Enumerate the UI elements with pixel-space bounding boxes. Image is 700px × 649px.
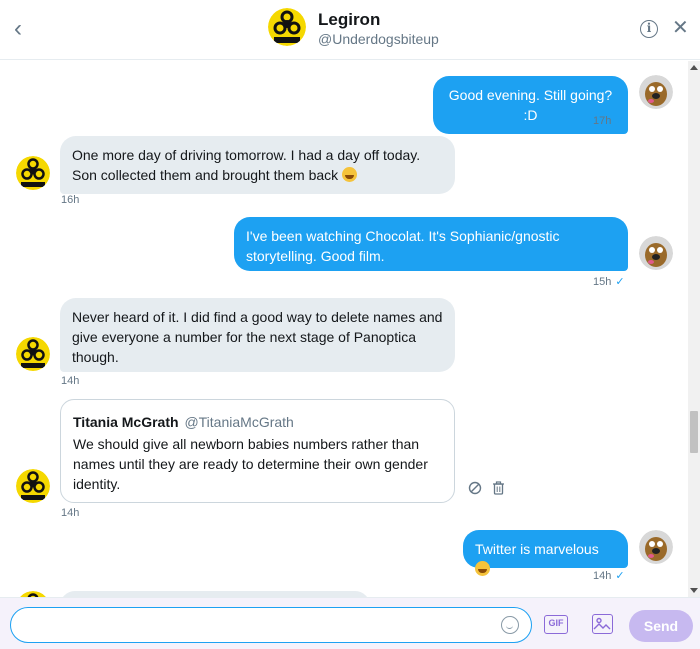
message-input-wrapper[interactable] xyxy=(10,607,532,643)
close-icon[interactable]: ✕ xyxy=(672,17,689,39)
grinning-face-icon xyxy=(342,167,358,182)
message-list: Good evening. Still going? :D 17h ✓ One m… xyxy=(0,61,688,597)
message-text: Twitter is marvelous xyxy=(475,541,599,557)
hazard-avatar-icon[interactable] xyxy=(268,8,306,46)
hazard-avatar-icon[interactable] xyxy=(16,469,50,503)
tweet-author[interactable]: Titania McGrath xyxy=(73,414,179,430)
message-input[interactable] xyxy=(23,615,483,635)
message-time: 16h xyxy=(61,194,80,206)
message-text: Son collected them and brought them back xyxy=(72,167,339,183)
contact-handle[interactable]: @Underdogsbiteup xyxy=(318,31,439,47)
report-icon[interactable] xyxy=(468,481,482,498)
dog-avatar-icon[interactable] xyxy=(639,530,673,564)
message-bubble-sent[interactable]: Twitter is marvelous xyxy=(463,530,628,576)
back-icon[interactable]: ‹ xyxy=(14,17,34,41)
tweet-text: We should give all newborn babies number… xyxy=(73,436,428,492)
message-time: 15h ✓ xyxy=(593,276,625,288)
scroll-up-icon[interactable] xyxy=(690,65,698,70)
contact-name[interactable]: Legiron xyxy=(318,10,380,30)
message-bubble-sent[interactable]: I've been watching Chocolat. It's Sophia… xyxy=(234,217,628,271)
media-icon[interactable] xyxy=(592,614,613,634)
dog-avatar-icon[interactable] xyxy=(639,75,673,109)
hazard-avatar-icon[interactable] xyxy=(16,337,50,371)
message-text: Good evening. Still going? :D xyxy=(448,87,613,123)
message-text: I've been watching Chocolat. It's Sophia… xyxy=(246,228,560,244)
message-text: storytelling. Good film. xyxy=(246,248,385,264)
message-text: Never heard of it. I did find a good way… xyxy=(72,309,443,325)
read-check-icon: ✓ xyxy=(615,115,625,127)
send-button[interactable]: Send xyxy=(629,610,693,642)
info-icon[interactable]: i xyxy=(640,20,658,38)
read-check-icon: ✓ xyxy=(615,570,625,582)
scroll-thumb[interactable] xyxy=(690,411,698,453)
dog-avatar-icon[interactable] xyxy=(639,236,673,270)
rolling-laughing-face-icon xyxy=(475,561,490,576)
message-time: 14h xyxy=(61,507,80,519)
conversation-header: ‹ Legiron @Underdogsbiteup i ✕ xyxy=(0,0,700,60)
message-time: 17h ✓ xyxy=(593,115,625,127)
delete-icon[interactable] xyxy=(492,481,505,498)
message-text: give everyone a number for the next stag… xyxy=(72,329,416,345)
emoji-icon[interactable] xyxy=(501,616,519,634)
message-bubble-received[interactable]: One more day of driving tomorrow. I had … xyxy=(60,136,455,194)
message-bubble-received[interactable]: Never heard of it. I did find a good way… xyxy=(60,298,455,372)
shared-tweet-card[interactable]: Titania McGrath @TitaniaMcGrath We shoul… xyxy=(60,399,455,503)
message-text: though. xyxy=(72,349,119,365)
message-time: 14h xyxy=(61,375,80,387)
scrollbar[interactable] xyxy=(688,61,700,597)
hazard-avatar-icon[interactable] xyxy=(16,156,50,190)
read-check-icon: ✓ xyxy=(615,276,625,288)
message-text: One more day of driving tomorrow. I had … xyxy=(72,147,421,163)
message-composer: GIF Send xyxy=(0,597,700,649)
tweet-handle[interactable]: @TitaniaMcGrath xyxy=(184,414,293,430)
scroll-down-icon[interactable] xyxy=(690,588,698,593)
gif-icon[interactable]: GIF xyxy=(544,615,568,634)
message-time: 14h ✓ xyxy=(593,570,625,582)
